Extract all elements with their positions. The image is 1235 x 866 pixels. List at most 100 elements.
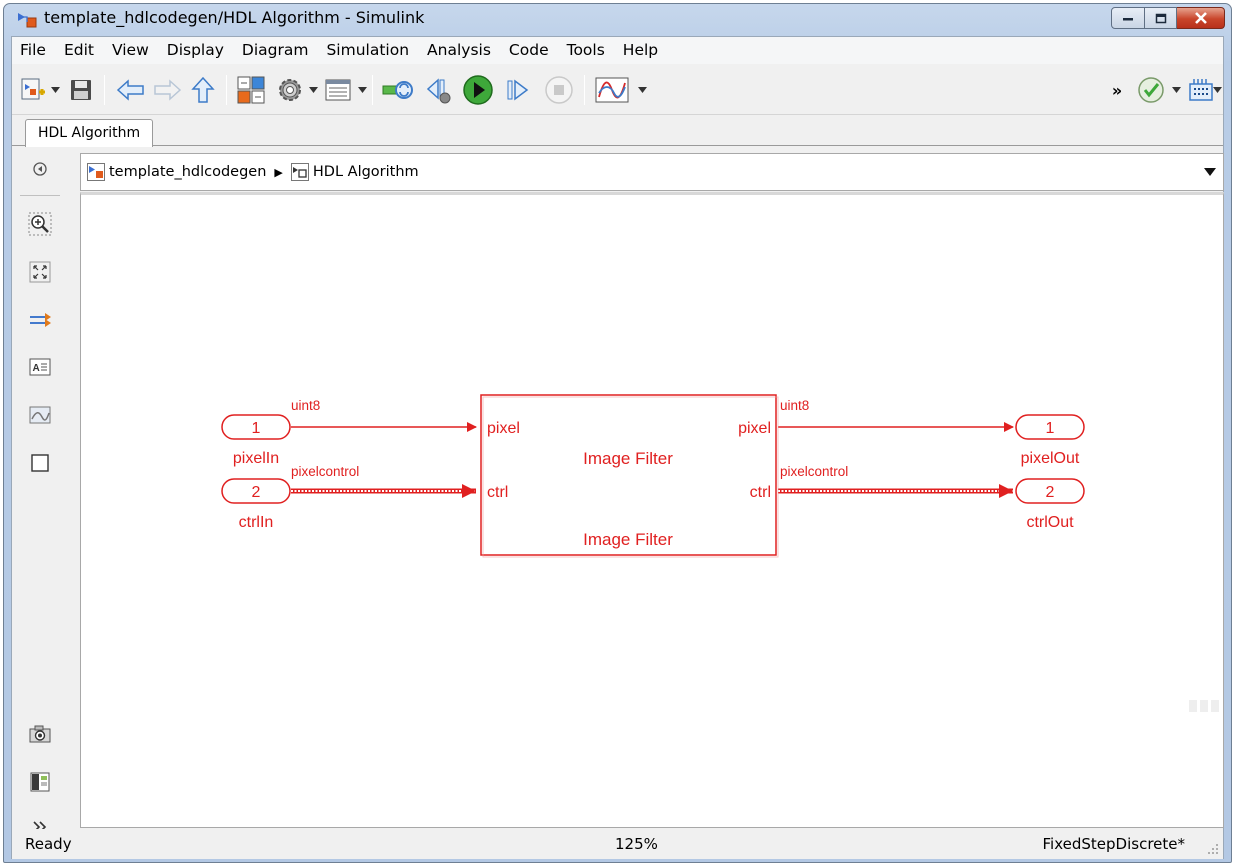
inport-1-name[interactable]: pixelIn [233,450,279,467]
play-icon [463,75,493,105]
outport-1-name[interactable]: pixelOut [1021,450,1080,467]
menu-view[interactable]: View [103,37,158,64]
restore-button[interactable] [1145,7,1177,29]
simulink-window: template_hdlcodegen/HDL Algorithm - Simu… [3,3,1232,863]
window-client: File Edit View Display Diagram Simulatio… [11,36,1224,859]
config-dropdown-icon[interactable] [309,87,318,93]
title-bar[interactable]: template_hdlcodegen/HDL Algorithm - Simu… [4,4,1231,36]
svg-text:A: A [33,363,40,374]
inport-block-pixel-in[interactable]: 1 [221,414,291,440]
explorer-dropdown-icon[interactable] [358,87,367,93]
property-inspector-button[interactable] [26,768,54,796]
palette-separator [20,195,60,196]
status-bar: Ready 125% FixedStepDiscrete* [12,829,1223,859]
model-configuration-button[interactable] [274,73,306,107]
annotation-icon: A [29,358,51,376]
forward-button[interactable] [150,73,184,107]
inport-block-ctrl-in[interactable]: 2 [221,478,291,504]
check-icon [1138,77,1164,103]
signal-label-pixel-out[interactable]: uint8 [780,398,809,413]
close-icon [1194,12,1207,24]
subsystem-in-port-ctrl: ctrl [487,484,508,501]
solver-name[interactable]: FixedStepDiscrete* [1043,829,1185,859]
signal-label-ctrl-in[interactable]: pixelcontrol [291,464,359,479]
menu-help[interactable]: Help [614,37,667,64]
minimize-button[interactable] [1111,7,1145,29]
library-browser-button[interactable] [234,73,268,107]
inport-2-number: 2 [252,484,261,501]
subsystem-out-port-pixel: pixel [738,420,771,437]
close-button[interactable] [1177,7,1225,29]
outport-2-name[interactable]: ctrlOut [1026,514,1074,531]
step-back-button[interactable] [422,73,456,107]
image-button[interactable] [26,401,54,429]
menu-analysis[interactable]: Analysis [418,37,500,64]
subsystem-label[interactable]: Image Filter [583,530,673,549]
toolbar: » [12,65,1223,115]
hide-explorer-bar-button[interactable] [26,155,54,183]
signal-line-ctrl-out[interactable] [778,484,1013,498]
breadcrumb-model-label: template_hdlcodegen [109,164,267,180]
diagram-canvas[interactable]: uint8 pixelcontrol uint8 pixelcontrol 1 … [80,192,1224,828]
annotation-button[interactable]: A [26,353,54,381]
up-button[interactable] [188,73,218,107]
forward-arrow-icon [154,79,182,101]
run-button[interactable] [460,73,496,107]
menu-tools[interactable]: Tools [558,37,614,64]
stop-button[interactable] [542,73,576,107]
breadcrumb-dropdown-icon[interactable] [1204,168,1216,176]
back-button[interactable] [114,73,148,107]
menu-code[interactable]: Code [500,37,558,64]
left-palette: A [12,147,72,837]
inspector-dropdown-icon[interactable] [638,87,647,93]
outport-2-number: 2 [1046,484,1055,501]
menu-edit[interactable]: Edit [55,37,103,64]
signal-label-pixel-in[interactable]: uint8 [291,398,320,413]
breadcrumb-subsystem-label: HDL Algorithm [312,164,419,180]
new-dropdown-icon[interactable] [51,87,60,93]
toolbar-separator [584,75,585,105]
library-browser-icon [237,76,265,104]
save-button[interactable] [66,73,96,107]
update-diagram-button[interactable] [380,73,416,107]
property-inspector-icon [30,772,50,792]
breadcrumb-item-subsystem[interactable]: HDL Algorithm [290,163,419,181]
new-model-button[interactable] [18,73,48,107]
canvas-corner-indicator [1189,700,1219,712]
signal-line-button[interactable] [26,306,54,334]
step-forward-icon [507,79,529,101]
minimize-icon [1123,18,1133,21]
menu-simulation[interactable]: Simulation [317,37,418,64]
simulation-data-inspector-button[interactable] [592,73,632,107]
toolbar-separator [226,75,227,105]
area-icon [31,454,49,472]
snapshot-button[interactable] [26,720,54,748]
resize-grip-icon[interactable] [1207,843,1219,855]
menu-file[interactable]: File [12,37,55,64]
outport-block-pixel-out[interactable]: 1 [1015,414,1085,440]
menu-diagram[interactable]: Diagram [233,37,318,64]
model-explorer-button[interactable] [322,73,354,107]
window-title: template_hdlcodegen/HDL Algorithm - Simu… [44,8,425,27]
signal-label-ctrl-out[interactable]: pixelcontrol [780,464,848,479]
window-controls [1111,7,1225,29]
subsystem-icon [290,163,309,181]
zoom-icon [28,212,52,236]
breadcrumb-item-model[interactable]: template_hdlcodegen [87,163,266,181]
hdl-dropdown-icon[interactable] [1213,87,1222,93]
area-button[interactable] [26,449,54,477]
signal-line-ctrl-in[interactable] [291,484,476,498]
menu-display[interactable]: Display [158,37,233,64]
tab-hdl-algorithm[interactable]: HDL Algorithm [25,119,154,147]
advisor-dropdown-icon[interactable] [1172,87,1181,93]
inport-2-name[interactable]: ctrlIn [239,514,274,531]
zoom-button[interactable] [26,210,54,238]
outport-block-ctrl-out[interactable]: 2 [1015,478,1085,504]
model-icon [87,163,105,181]
fit-to-view-button[interactable] [26,258,54,286]
toolbar-overflow-button[interactable]: » [1107,73,1127,107]
hdl-code-button[interactable] [1186,73,1216,107]
model-advisor-button[interactable] [1134,73,1168,107]
back-arrow-icon [116,79,144,101]
step-forward-button[interactable] [502,73,534,107]
